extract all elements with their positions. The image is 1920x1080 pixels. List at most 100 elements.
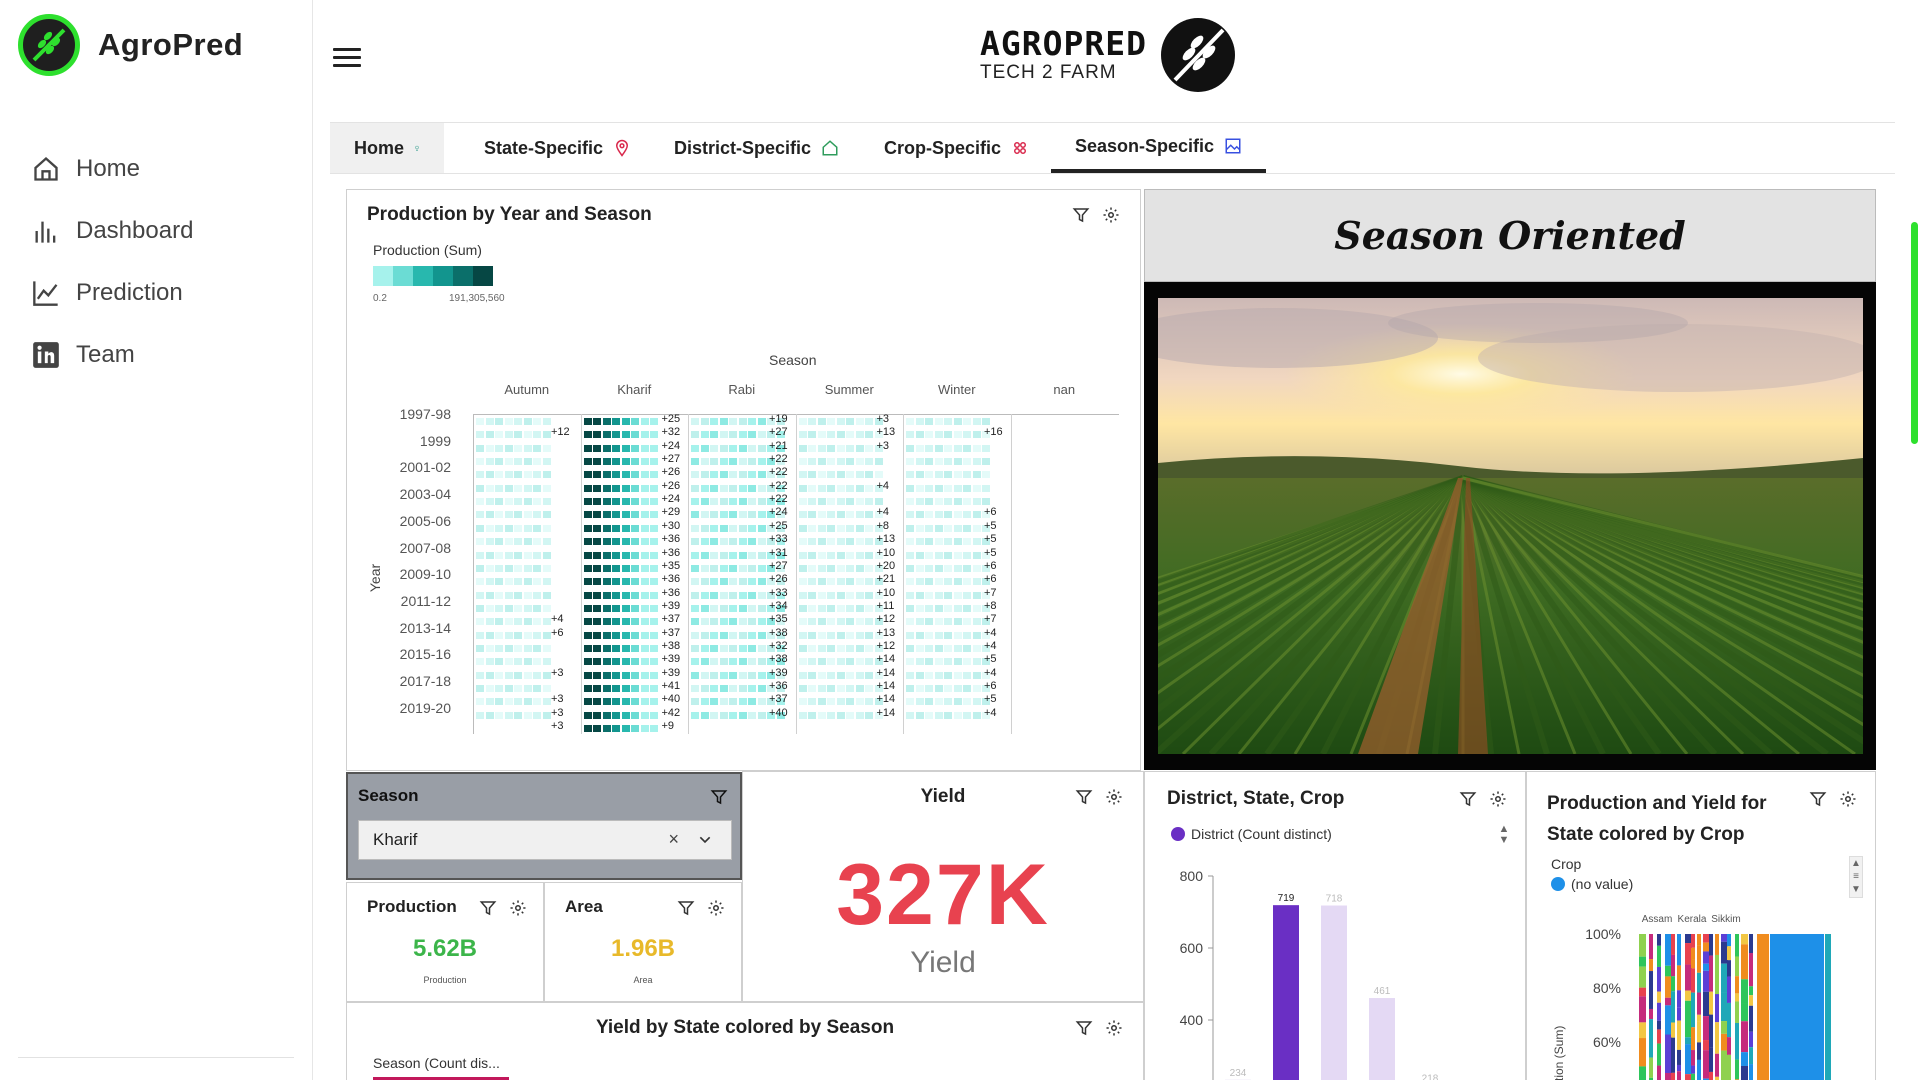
heatmap-cell[interactable]: [925, 591, 933, 599]
heatmap-cell[interactable]: [798, 524, 807, 532]
heatmap-cell[interactable]: [533, 644, 541, 652]
heatmap-cell[interactable]: [817, 698, 826, 706]
heatmap-cell[interactable]: [640, 658, 649, 666]
heatmap-cell[interactable]: [855, 671, 864, 679]
heatmap-cell[interactable]: [836, 524, 845, 532]
heatmap-cell[interactable]: [817, 711, 826, 719]
heatmap-cell[interactable]: [748, 444, 756, 452]
heatmap-cell[interactable]: [710, 711, 718, 719]
heatmap-cell[interactable]: [602, 618, 611, 626]
heatmap-cell[interactable]: [738, 658, 747, 666]
heatmap-cell[interactable]: [827, 444, 835, 452]
heatmap-cell[interactable]: [982, 444, 990, 452]
heatmap-cell[interactable]: [719, 458, 728, 466]
heatmap-cell[interactable]: [476, 444, 484, 452]
filter-icon[interactable]: [710, 788, 728, 806]
heatmap-cell[interactable]: [846, 711, 854, 719]
heatmap-cell[interactable]: [602, 671, 611, 679]
heatmap-cell[interactable]: [700, 551, 709, 559]
heatmap-cell[interactable]: [934, 618, 943, 626]
heatmap-cell[interactable]: [925, 498, 933, 506]
heatmap-cell[interactable]: [621, 671, 630, 679]
heatmap-cell[interactable]: [855, 698, 864, 706]
heatmap-cell[interactable]: [533, 685, 541, 692]
heatmap-cell[interactable]: [865, 711, 873, 719]
heatmap-cell[interactable]: [542, 698, 551, 706]
heatmap-cell[interactable]: [485, 578, 494, 586]
heatmap-cell[interactable]: [523, 698, 532, 706]
heatmap-cell[interactable]: [612, 431, 620, 439]
heatmap-cell[interactable]: [523, 591, 532, 599]
heatmap-cell[interactable]: [846, 538, 854, 546]
heatmap-cell[interactable]: [846, 685, 854, 692]
heatmap-cell[interactable]: [855, 498, 864, 506]
heatmap-cell[interactable]: [710, 444, 718, 452]
heatmap-cell[interactable]: [906, 698, 914, 706]
heatmap-cell[interactable]: [836, 618, 845, 626]
heatmap-cell[interactable]: [906, 538, 914, 546]
heatmap-cell[interactable]: [808, 631, 816, 639]
heatmap-cell[interactable]: [963, 484, 971, 492]
heatmap-cell[interactable]: [710, 604, 718, 612]
heatmap-cell[interactable]: [602, 658, 611, 666]
heatmap-cell[interactable]: [583, 564, 592, 572]
heatmap-cell[interactable]: [836, 418, 845, 425]
heatmap-cell[interactable]: [542, 578, 551, 586]
heatmap-cell[interactable]: [757, 631, 766, 639]
heatmap-cell[interactable]: [485, 418, 494, 425]
heatmap-cell[interactable]: [514, 698, 522, 706]
heatmap-cell[interactable]: [640, 578, 649, 586]
heatmap-cell[interactable]: [963, 431, 971, 439]
heatmap-cell[interactable]: [808, 444, 816, 452]
heatmap-cell[interactable]: [808, 578, 816, 586]
heatmap-cell[interactable]: [963, 551, 971, 559]
heatmap-cell[interactable]: [748, 618, 756, 626]
heatmap-cell[interactable]: [944, 524, 952, 532]
heatmap-cell[interactable]: [865, 498, 873, 506]
heatmap-cell[interactable]: [808, 551, 816, 559]
heatmap-cell[interactable]: [865, 458, 873, 466]
heatmap-cell[interactable]: [748, 685, 756, 692]
heatmap-cell[interactable]: [827, 618, 835, 626]
filter-icon[interactable]: [1809, 790, 1827, 808]
heatmap-cell[interactable]: [650, 698, 658, 706]
heatmap-cell[interactable]: [748, 551, 756, 559]
heatmap-cell[interactable]: [700, 671, 709, 679]
heatmap-cell[interactable]: [757, 698, 766, 706]
heatmap-cell[interactable]: [915, 538, 924, 546]
filter-icon[interactable]: [1075, 1019, 1093, 1037]
heatmap-cell[interactable]: [542, 418, 551, 425]
heatmap-cell[interactable]: [855, 551, 864, 559]
heatmap-cell[interactable]: [817, 458, 826, 466]
heatmap-cell[interactable]: [631, 471, 639, 479]
heatmap-cell[interactable]: [583, 711, 592, 719]
heatmap-cell[interactable]: [640, 631, 649, 639]
heatmap-cell[interactable]: [650, 471, 658, 479]
heatmap-cell[interactable]: [982, 458, 990, 466]
heatmap-cell[interactable]: [906, 578, 914, 586]
heatmap-cell[interactable]: [533, 671, 541, 679]
heatmap-cell[interactable]: [738, 618, 747, 626]
heatmap-cell[interactable]: [817, 564, 826, 572]
heatmap-cell[interactable]: [691, 591, 699, 599]
heatmap-cell[interactable]: [621, 458, 630, 466]
heatmap-cell[interactable]: [808, 458, 816, 466]
heatmap-cell[interactable]: [953, 444, 962, 452]
heatmap-cell[interactable]: [495, 498, 503, 506]
heatmap-cell[interactable]: [798, 711, 807, 719]
heatmap-cell[interactable]: [953, 578, 962, 586]
heatmap-cell[interactable]: [523, 578, 532, 586]
heatmap-cell[interactable]: [504, 538, 513, 546]
heatmap-cell[interactable]: [621, 725, 630, 733]
heatmap-cell[interactable]: [808, 418, 816, 425]
heatmap-cell[interactable]: [798, 484, 807, 492]
heatmap-cell[interactable]: [925, 631, 933, 639]
heatmap-cell[interactable]: [963, 471, 971, 479]
heatmap-cell[interactable]: [710, 698, 718, 706]
heatmap-cell[interactable]: [583, 431, 592, 439]
heatmap-cell[interactable]: [593, 671, 601, 679]
heatmap-cell[interactable]: [738, 711, 747, 719]
heatmap-cell[interactable]: [650, 644, 658, 652]
heatmap-cell[interactable]: [836, 498, 845, 506]
heatmap-cell[interactable]: [934, 484, 943, 492]
